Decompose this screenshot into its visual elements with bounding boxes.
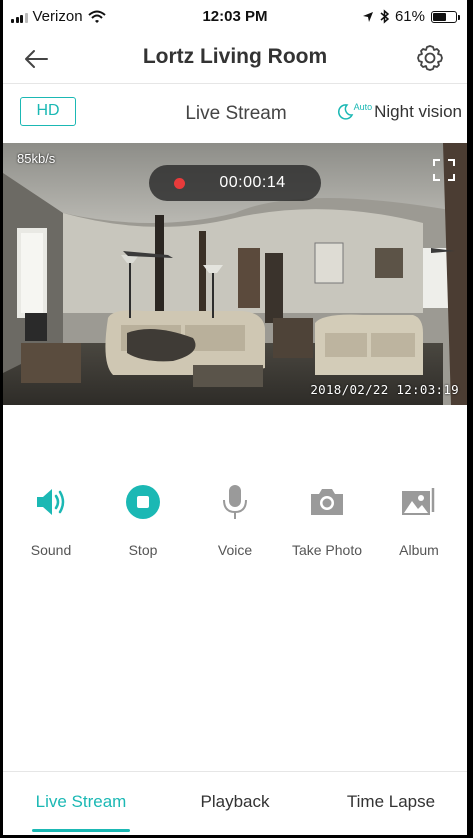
night-vision-label: Night vision [374,102,462,121]
recording-indicator: 00:00:14 [149,165,321,201]
video-timestamp: 2018/02/22 12:03:19 [310,382,459,397]
tab-time-lapse[interactable]: Time Lapse [321,792,461,812]
tab-live-stream[interactable]: Live Stream [11,792,151,812]
night-vision-auto-badge: Auto [353,102,373,112]
speaker-icon [37,489,65,515]
moon-icon [337,104,353,120]
sound-label: Sound [30,542,72,558]
sound-button[interactable]: Sound [5,482,97,558]
fullscreen-icon[interactable] [431,157,457,183]
take-photo-label: Take Photo [291,542,363,558]
gear-icon[interactable] [415,43,445,73]
battery-icon [431,10,460,23]
status-bar: Verizon 12:03 PM 61% [3,0,467,34]
stop-label: Stop [128,542,158,558]
live-video-feed[interactable]: 85kb/s 00:00:14 2018/02/22 12:03:19 [3,143,467,405]
bitrate-label: 85kb/s [17,151,56,166]
night-vision-toggle[interactable]: Auto Night vision [336,102,462,122]
stop-icon [126,485,160,519]
voice-label: Voice [217,542,253,558]
recording-dot-icon [174,178,185,189]
battery-percent: 61% [394,8,425,25]
page-title: Lortz Living Room [142,45,328,68]
album-button[interactable]: Album [373,482,465,558]
tab-playback[interactable]: Playback [165,792,305,812]
stream-mode-label: Live Stream [185,103,287,124]
stream-options-bar: HD Live Stream Auto Night vision [3,91,467,133]
stop-button[interactable]: Stop [97,482,189,558]
navigation-header: Lortz Living Room [3,34,467,84]
app-screen: Verizon 12:03 PM 61% Lortz Living Room H… [3,0,467,835]
active-tab-indicator [32,829,130,832]
voice-button[interactable]: Voice [189,482,281,558]
camera-icon [311,489,343,515]
microphone-icon [223,485,247,519]
camera-controls: Sound Stop Voice Take Photo Album [3,482,467,562]
quality-toggle[interactable]: HD [20,97,76,126]
take-photo-button[interactable]: Take Photo [281,482,373,558]
bluetooth-icon [380,9,389,24]
bottom-tab-bar: Live Stream Playback Time Lapse [3,771,467,835]
location-icon [362,11,373,22]
recording-timer: 00:00:14 [219,174,286,191]
album-icon [402,488,435,515]
album-label: Album [399,542,439,558]
